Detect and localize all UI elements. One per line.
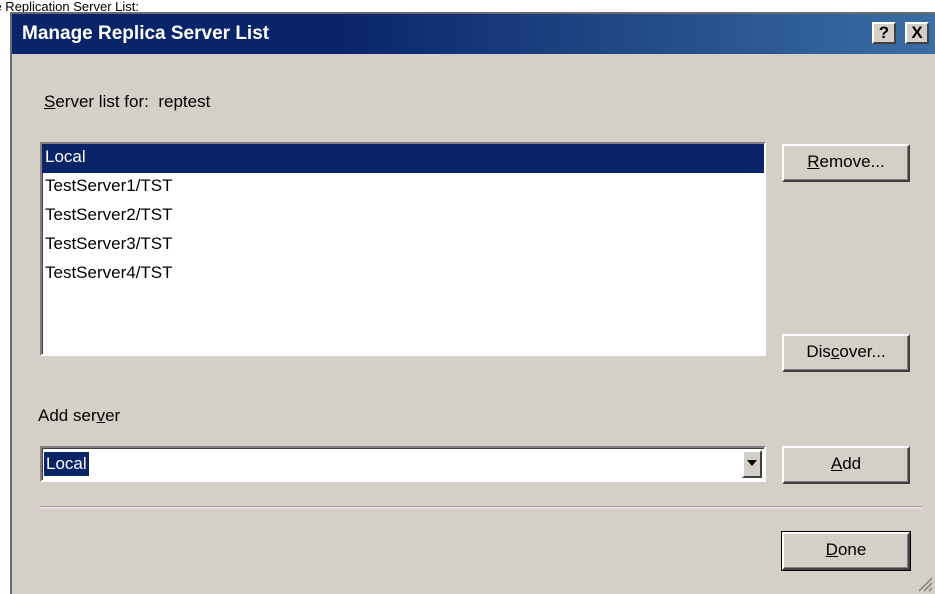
add-button[interactable]: Add [782, 446, 910, 484]
server-list-label-prefix: erver list for: [55, 92, 149, 111]
add-server-value[interactable]: Local [44, 452, 89, 476]
chevron-down-icon[interactable] [742, 450, 762, 478]
server-list-database-name: reptest [158, 92, 211, 111]
add-server-label-mnemonic: v [96, 406, 106, 425]
add-server-label-after: er [105, 406, 121, 425]
done-label-after: one [837, 540, 867, 559]
add-label-mnemonic: A [830, 454, 843, 473]
add-label-after: dd [842, 454, 862, 473]
resize-grip-icon[interactable] [915, 574, 933, 592]
server-listbox[interactable]: Local TestServer1/TST TestServer2/TST TestS… [40, 142, 766, 356]
window-title: Manage Replica Server List [22, 23, 270, 44]
discover-button[interactable]: Discover... [782, 334, 910, 372]
list-item[interactable]: TestServer3/TST [42, 231, 764, 260]
manage-replica-dialog: Manage Replica Server List ? X Server li… [10, 12, 935, 594]
help-button[interactable]: ? [872, 22, 896, 44]
remove-label-after: emove... [819, 152, 885, 171]
close-button[interactable]: X [905, 22, 929, 44]
server-list-label: Server list for: reptest [44, 92, 210, 112]
list-item[interactable]: TestServer2/TST [42, 202, 764, 231]
server-list-label-mnemonic: S [44, 92, 56, 111]
remove-button[interactable]: Remove... [782, 144, 910, 182]
done-button[interactable]: Done [781, 531, 911, 571]
discover-label-before: Dis [806, 342, 831, 361]
add-server-combobox[interactable]: Local [40, 446, 766, 482]
add-server-label-before: Add ser [38, 406, 97, 425]
separator [40, 506, 922, 509]
remove-label-mnemonic: R [807, 152, 820, 171]
title-bar[interactable]: Manage Replica Server List ? X [12, 14, 935, 54]
list-item[interactable]: TestServer4/TST [42, 260, 764, 289]
add-server-label: Add server [38, 406, 120, 426]
list-item[interactable]: Local [42, 144, 764, 173]
discover-label-after: over... [839, 342, 886, 361]
list-item[interactable]: TestServer1/TST [42, 173, 764, 202]
done-label-mnemonic: D [825, 540, 838, 559]
